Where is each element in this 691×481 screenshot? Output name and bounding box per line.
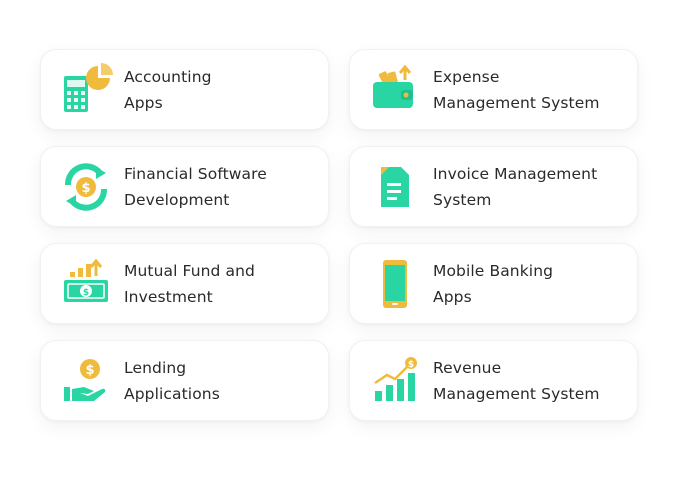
- card-expense-management[interactable]: Expense Management System: [349, 49, 638, 130]
- card-title-line2: Management System: [433, 93, 600, 112]
- card-title-line2: Apps: [124, 93, 163, 112]
- card-title-line1: Revenue: [433, 358, 502, 377]
- card-title-line2: Investment: [124, 287, 213, 306]
- card-title-line2: Development: [124, 190, 230, 209]
- card-title-line1: Mutual Fund and: [124, 261, 255, 280]
- hand-coin-icon: $: [58, 353, 114, 409]
- card-title-line1: Lending: [124, 358, 187, 377]
- card-revenue-management[interactable]: $ Revenue Management System: [349, 340, 638, 421]
- cash-growth-icon: $: [58, 256, 114, 312]
- card-title-line1: Invoice Management: [433, 164, 598, 183]
- card-title-line2: Apps: [433, 287, 472, 306]
- card-label: Mutual Fund and Investment: [124, 258, 255, 310]
- card-label: Financial Software Development: [124, 161, 267, 213]
- card-title-line1: Expense: [433, 67, 500, 86]
- card-title-line1: Accounting: [124, 67, 212, 86]
- card-title-line2: System: [433, 190, 492, 209]
- card-mobile-banking[interactable]: Mobile Banking Apps: [349, 243, 638, 324]
- card-label: Lending Applications: [124, 355, 220, 407]
- card-invoice-management[interactable]: Invoice Management System: [349, 146, 638, 227]
- calculator-pie-chart-icon: [58, 62, 114, 118]
- card-label: Mobile Banking Apps: [433, 258, 553, 310]
- wallet-icon: [367, 62, 423, 118]
- services-grid: Accounting Apps Expense Management Syste…: [40, 49, 638, 421]
- card-mutual-fund[interactable]: $ Mutual Fund and Investment: [40, 243, 329, 324]
- revenue-chart-icon: $: [367, 353, 423, 409]
- mobile-phone-icon: [367, 256, 423, 312]
- svg-text:$: $: [85, 363, 94, 378]
- card-financial-software[interactable]: $ Financial Software Development: [40, 146, 329, 227]
- card-title-line1: Mobile Banking: [433, 261, 554, 280]
- dollar-cycle-icon: $: [58, 159, 114, 215]
- card-label: Revenue Management System: [433, 355, 600, 407]
- invoice-document-icon: [367, 159, 423, 215]
- card-accounting-apps[interactable]: Accounting Apps: [40, 49, 329, 130]
- svg-text:$: $: [81, 181, 90, 196]
- card-label: Invoice Management System: [433, 161, 597, 213]
- card-lending[interactable]: $ Lending Applications: [40, 340, 329, 421]
- card-label: Accounting Apps: [124, 64, 212, 116]
- card-title-line2: Applications: [124, 384, 220, 403]
- card-label: Expense Management System: [433, 64, 600, 116]
- card-title-line1: Financial Software: [124, 164, 267, 183]
- svg-text:$: $: [83, 288, 89, 298]
- card-title-line2: Management System: [433, 384, 600, 403]
- svg-text:$: $: [408, 360, 414, 370]
